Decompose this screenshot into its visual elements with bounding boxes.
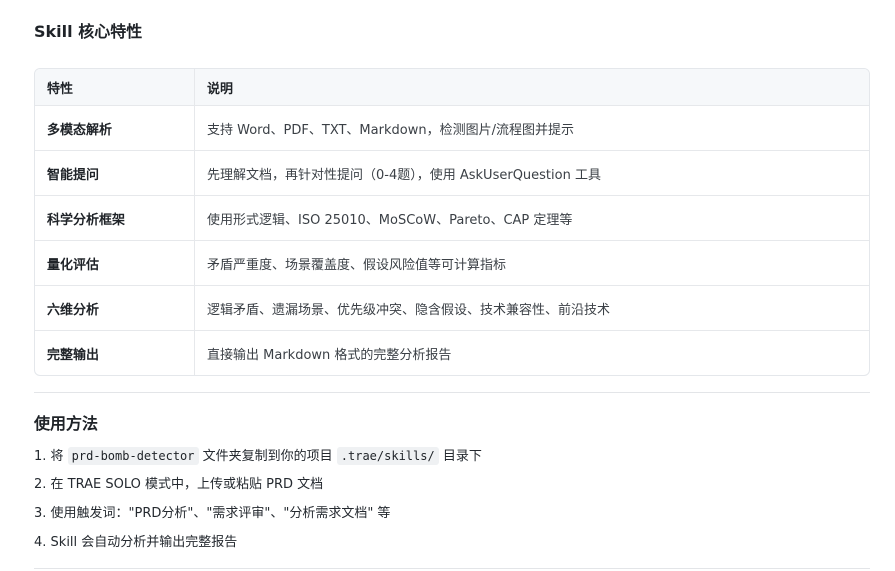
feature-cell: 多模态解析 xyxy=(35,105,195,151)
step-text: 文件夹复制到你的项目 xyxy=(198,449,337,464)
step-text: 1. 将 xyxy=(34,449,68,464)
feature-cell: 量化评估 xyxy=(35,240,195,286)
usage-steps-list: 1. 将 prd-bomb-detector 文件夹复制到你的项目 .trae/… xyxy=(34,444,482,560)
inline-code-path: .trae/skills/ xyxy=(336,447,439,465)
table-row: 科学分析框架 使用形式逻辑、ISO 25010、MoSCoW、Pareto、CA… xyxy=(35,195,869,241)
description-cell: 支持 Word、PDF、TXT、Markdown，检测图片/流程图并提示 xyxy=(194,105,869,151)
description-cell: 使用形式逻辑、ISO 25010、MoSCoW、Pareto、CAP 定理等 xyxy=(194,195,869,241)
table-row: 智能提问 先理解文档，再针对性提问（0-4题），使用 AskUserQuesti… xyxy=(35,150,869,196)
inline-code-folder: prd-bomb-detector xyxy=(67,447,199,465)
table-row: 量化评估 矛盾严重度、场景覆盖度、假设风险值等可计算指标 xyxy=(35,240,869,286)
feature-cell: 智能提问 xyxy=(35,150,195,196)
description-cell: 先理解文档，再针对性提问（0-4题），使用 AskUserQuestion 工具 xyxy=(194,150,869,196)
features-table: 特性 说明 多模态解析 支持 Word、PDF、TXT、Markdown，检测图… xyxy=(34,68,870,376)
list-item: 4. Skill 会自动分析并输出完整报告 xyxy=(34,535,238,550)
description-cell: 直接输出 Markdown 格式的完整分析报告 xyxy=(207,347,452,363)
divider xyxy=(34,568,870,569)
section-title-features: Skill 核心特性 xyxy=(34,22,143,41)
table-row: 完整输出 直接输出 Markdown 格式的完整分析报告 xyxy=(35,330,869,375)
feature-cell: 六维分析 xyxy=(35,285,195,331)
step-text: 目录下 xyxy=(438,449,482,464)
description-cell: 逻辑矛盾、遗漏场景、优先级冲突、隐含假设、技术兼容性、前沿技术 xyxy=(194,285,869,331)
divider xyxy=(34,392,870,393)
list-item: 2. 在 TRAE SOLO 模式中，上传或粘贴 PRD 文档 xyxy=(34,477,324,492)
list-item: 3. 使用触发词："PRD分析"、"需求评审"、"分析需求文档" 等 xyxy=(34,506,391,521)
feature-cell: 完整输出 xyxy=(35,330,195,375)
feature-cell: 科学分析框架 xyxy=(35,195,195,241)
table-row: 多模态解析 支持 Word、PDF、TXT、Markdown，检测图片/流程图并… xyxy=(35,105,869,151)
column-header-description: 说明 xyxy=(194,69,869,106)
table-header-row: 特性 说明 xyxy=(35,69,869,106)
column-header-feature: 特性 xyxy=(35,69,195,106)
table-row: 六维分析 逻辑矛盾、遗漏场景、优先级冲突、隐含假设、技术兼容性、前沿技术 xyxy=(35,285,869,331)
section-title-usage: 使用方法 xyxy=(34,414,99,433)
list-item: 1. 将 prd-bomb-detector 文件夹复制到你的项目 .trae/… xyxy=(34,444,482,473)
description-cell: 矛盾严重度、场景覆盖度、假设风险值等可计算指标 xyxy=(194,240,869,286)
